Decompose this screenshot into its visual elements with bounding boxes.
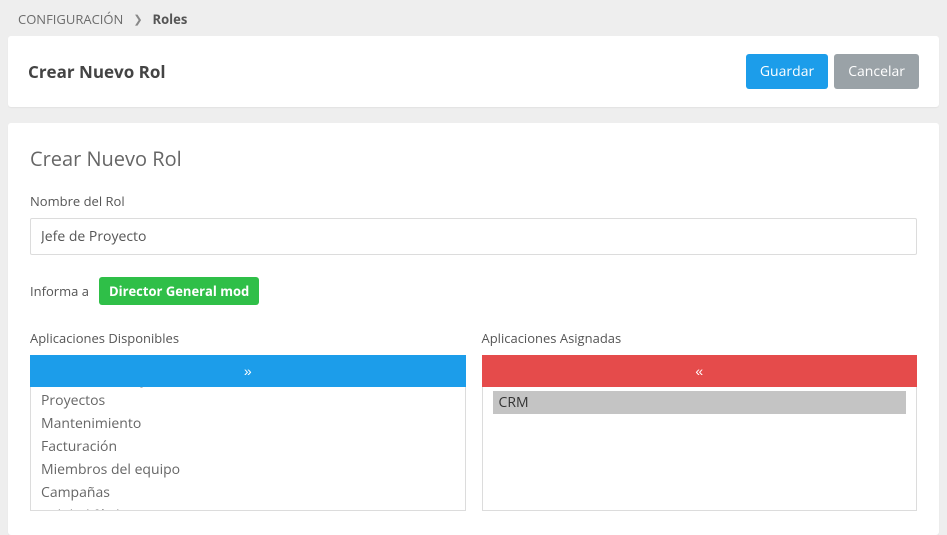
dual-list: Aplicaciones Disponibles » Orden de trab… <box>30 329 917 511</box>
reports-to-row: Informa a Director General mod <box>30 277 917 305</box>
role-name-input[interactable] <box>30 218 917 255</box>
save-button[interactable]: Guardar <box>746 54 828 89</box>
role-name-label: Nombre del Rol <box>30 192 917 210</box>
reports-to-badge[interactable]: Director General mod <box>99 277 259 305</box>
available-listbox[interactable]: Orden de trabajo Proyectos Mantenimiento… <box>30 387 466 511</box>
breadcrumb-root[interactable]: CONFIGURACIÓN <box>18 10 123 28</box>
cancel-button[interactable]: Cancelar <box>834 54 919 89</box>
list-item[interactable]: Calidad fácil <box>41 504 455 511</box>
list-item[interactable]: Campañas <box>41 481 455 504</box>
assigned-column: Aplicaciones Asignadas « CRM <box>482 329 918 511</box>
panel-title: Crear Nuevo Rol <box>30 145 917 172</box>
assigned-listbox[interactable]: CRM <box>482 387 918 511</box>
list-item[interactable]: Miembros del equipo <box>41 458 455 481</box>
list-item[interactable]: Proyectos <box>41 389 455 412</box>
breadcrumb-current: Roles <box>153 10 188 28</box>
list-item[interactable]: Mantenimiento <box>41 412 455 435</box>
list-item[interactable]: CRM <box>493 391 907 414</box>
available-column: Aplicaciones Disponibles » Orden de trab… <box>30 329 466 511</box>
assigned-label: Aplicaciones Asignadas <box>482 329 918 347</box>
form-card: Crear Nuevo Rol Nombre del Rol Informa a… <box>8 123 939 535</box>
list-item[interactable]: Facturación <box>41 435 455 458</box>
available-label: Aplicaciones Disponibles <box>30 329 466 347</box>
breadcrumb: CONFIGURACIÓN ❯ Roles <box>0 0 947 36</box>
header-actions: Guardar Cancelar <box>746 54 919 89</box>
move-left-button[interactable]: « <box>482 355 918 387</box>
move-right-button[interactable]: » <box>30 355 466 387</box>
page-title: Crear Nuevo Rol <box>28 60 166 83</box>
header-card: Crear Nuevo Rol Guardar Cancelar <box>8 36 939 107</box>
chevron-right-icon: ❯ <box>133 12 142 27</box>
reports-to-label: Informa a <box>30 282 89 300</box>
